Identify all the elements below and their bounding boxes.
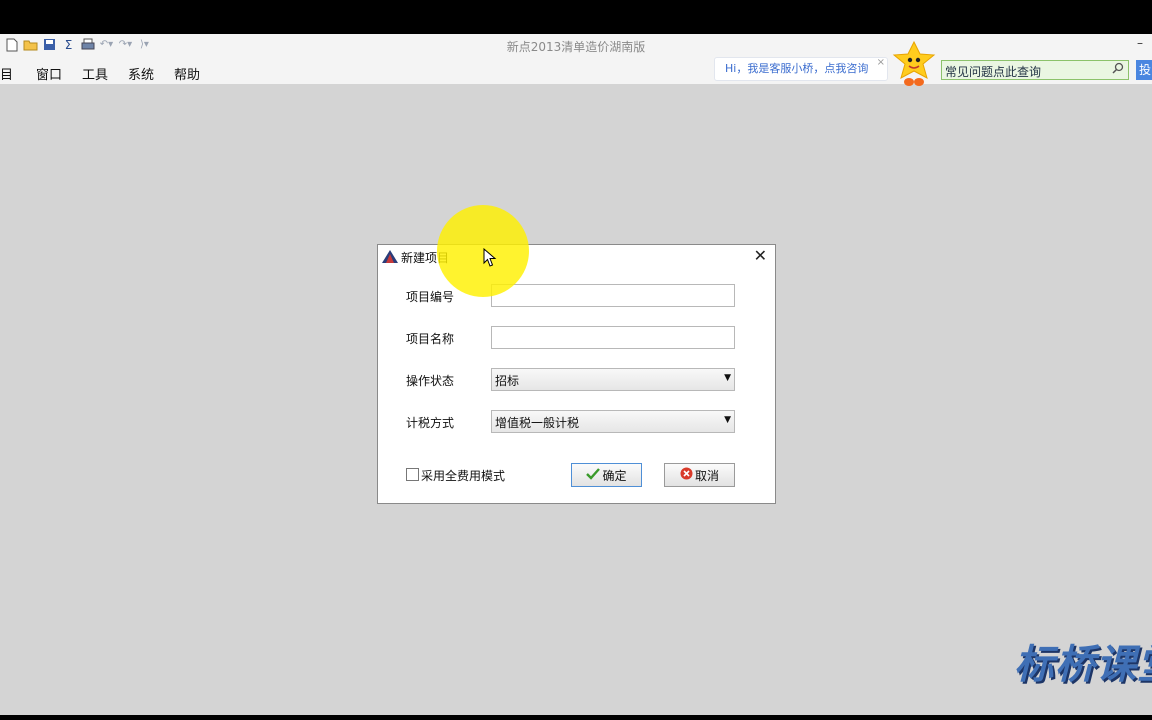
mouse-cursor-icon [483, 247, 497, 271]
full-fee-mode-label[interactable]: 采用全费用模式 [421, 467, 505, 484]
menu-system[interactable]: 系统 [128, 64, 154, 83]
search-icon[interactable] [1112, 62, 1124, 77]
cancel-button[interactable]: 取消 [664, 463, 735, 487]
operation-status-label: 操作状态 [406, 374, 455, 388]
dropdown-arrow-icon: ▼ [724, 373, 731, 383]
project-number-input[interactable] [491, 284, 735, 307]
video-letterbox-top [0, 0, 1152, 34]
cancel-icon [680, 467, 693, 483]
operation-status-select[interactable]: 招标 ▼ [491, 368, 735, 391]
app-title: 新点2013清单造价湖南版 [506, 40, 646, 54]
full-fee-mode-checkbox[interactable] [406, 468, 419, 481]
dialog-close-button[interactable]: ✕ [754, 246, 767, 265]
tax-method-select[interactable]: 增值税一般计税 ▼ [491, 410, 735, 433]
project-number-label: 项目编号 [406, 290, 455, 304]
menu-help[interactable]: 帮助 [174, 64, 200, 83]
title-bar: Σ ↶▾ ↷▾ ⟩▾ 新点2013清单造价湖南版 – [0, 34, 1152, 58]
dropdown-arrow-icon: ▼ [724, 415, 731, 425]
watermark-text: 标桥课堂 [1014, 643, 1152, 687]
operation-status-value: 招标 [495, 374, 520, 388]
tax-method-label: 计税方式 [406, 416, 455, 430]
menu-project[interactable]: 目 [0, 64, 13, 83]
video-letterbox-bottom [0, 715, 1152, 720]
faq-search-placeholder: 常见问题点此查询 [945, 65, 1042, 79]
app-logo-icon [382, 250, 398, 266]
side-action-button[interactable]: 投 [1136, 60, 1152, 80]
assistant-chat-bubble[interactable]: Hi，我是客服小桥，点我咨询 × [714, 57, 888, 81]
close-icon[interactable]: × [867, 52, 885, 74]
checkmark-icon [586, 467, 601, 483]
assistant-bubble-text: Hi，我是客服小桥，点我咨询 [725, 62, 869, 75]
project-name-label: 项目名称 [406, 332, 455, 346]
assistant-mascot-icon[interactable] [891, 40, 937, 88]
faq-search-input[interactable]: 常见问题点此查询 [941, 60, 1129, 80]
ok-button[interactable]: 确定 [571, 463, 642, 487]
menu-window[interactable]: 窗口 [36, 64, 62, 83]
minimize-button[interactable]: – [1134, 36, 1146, 50]
ok-button-label: 确定 [602, 468, 627, 483]
cancel-button-label: 取消 [694, 468, 719, 483]
menu-tools[interactable]: 工具 [82, 64, 108, 83]
project-name-input[interactable] [491, 326, 735, 349]
new-project-dialog: 新建项目 ✕ 项目编号 项目名称 操作状态 招标 ▼ 计税方式 增值税一般计税 … [377, 244, 776, 504]
tax-method-value: 增值税一般计税 [495, 416, 580, 430]
